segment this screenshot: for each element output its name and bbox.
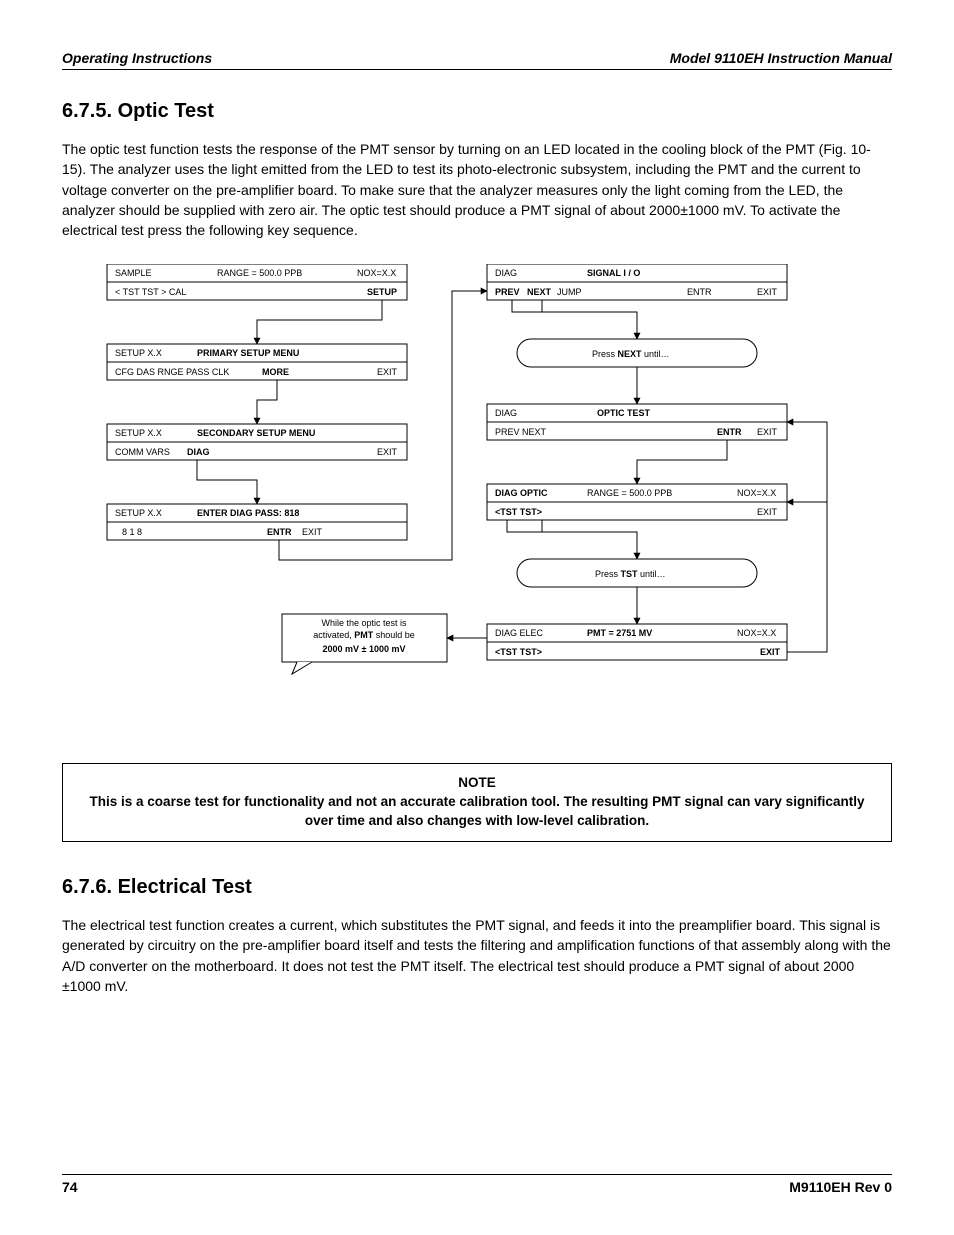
svg-text:EXIT: EXIT	[757, 507, 778, 517]
footer-revision: M9110EH Rev 0	[789, 1179, 892, 1195]
header-left: Operating Instructions	[62, 50, 212, 66]
svg-text:NEXT: NEXT	[527, 287, 552, 297]
svg-text:DIAG: DIAG	[495, 268, 517, 278]
svg-text:PMT = 2751 MV: PMT = 2751 MV	[587, 628, 652, 638]
svg-text:ENTR: ENTR	[717, 427, 742, 437]
svg-text:SETUP X.X: SETUP X.X	[115, 428, 162, 438]
box-secondary-setup: SETUP X.X SECONDARY SETUP MENU COMM VARS…	[107, 424, 407, 460]
svg-text:PREV: PREV	[495, 287, 520, 297]
svg-text:SIGNAL I / O: SIGNAL I / O	[587, 268, 640, 278]
svg-text:EXIT: EXIT	[302, 527, 323, 537]
svg-text:EXIT: EXIT	[377, 447, 398, 457]
svg-text:EXIT: EXIT	[760, 647, 781, 657]
page-header: Operating Instructions Model 9110EH Inst…	[62, 50, 892, 70]
svg-text:SETUP X.X: SETUP X.X	[115, 508, 162, 518]
svg-text:activated, PMT should be: activated, PMT should be	[313, 630, 415, 640]
footer-page-number: 74	[62, 1179, 78, 1195]
box-diag-pass: SETUP X.X ENTER DIAG PASS: 818 8 1 8 ENT…	[107, 504, 407, 540]
note-body: This is a coarse test for functionality …	[77, 793, 877, 831]
svg-text:8 1 8: 8 1 8	[122, 527, 142, 537]
svg-text:<TST TST>: <TST TST>	[495, 507, 542, 517]
svg-text:SAMPLE: SAMPLE	[115, 268, 152, 278]
svg-text:NOX=X.X: NOX=X.X	[737, 628, 776, 638]
svg-text:ENTR: ENTR	[687, 287, 712, 297]
svg-text:EXIT: EXIT	[757, 427, 778, 437]
svg-text:SETUP: SETUP	[367, 287, 397, 297]
bubble-press-next: Press NEXT until…	[517, 339, 757, 367]
svg-text:While the optic test is: While the optic test is	[321, 618, 407, 628]
svg-text:CFG DAS RNGE PASS CLK: CFG DAS RNGE PASS CLK	[115, 367, 229, 377]
svg-text:DIAG ELEC: DIAG ELEC	[495, 628, 544, 638]
svg-text:EXIT: EXIT	[377, 367, 398, 377]
box-diag-elec: DIAG ELEC PMT = 2751 MV NOX=X.X <TST TST…	[487, 624, 787, 660]
svg-text:SETUP X.X: SETUP X.X	[115, 348, 162, 358]
header-right: Model 9110EH Instruction Manual	[670, 50, 892, 66]
box-signal-io: DIAG SIGNAL I / O PREV NEXT JUMP ENTR EX…	[487, 264, 787, 300]
svg-text:OPTIC TEST: OPTIC TEST	[597, 408, 651, 418]
bubble-press-tst: Press TST until…	[517, 559, 757, 587]
svg-text:DIAG OPTIC: DIAG OPTIC	[495, 488, 548, 498]
svg-text:RANGE = 500.0 PPB: RANGE = 500.0 PPB	[587, 488, 672, 498]
svg-text:Press TST until…: Press TST until…	[595, 569, 666, 579]
svg-text:< TST TST > CAL: < TST TST > CAL	[115, 287, 186, 297]
svg-text:ENTR: ENTR	[267, 527, 292, 537]
box-sample: SAMPLE RANGE = 500.0 PPB NOX=X.X < TST T…	[107, 264, 407, 300]
svg-text:2000 mV ± 1000 mV: 2000 mV ± 1000 mV	[323, 644, 406, 654]
note-title: NOTE	[77, 774, 877, 793]
box-primary-setup: SETUP X.X PRIMARY SETUP MENU CFG DAS RNG…	[107, 344, 407, 380]
svg-text:Press NEXT until…: Press NEXT until…	[592, 349, 670, 359]
section-optic-test-paragraph: The optic test function tests the respon…	[62, 139, 892, 240]
box-diag-optic: DIAG OPTIC RANGE = 500.0 PPB NOX=X.X <TS…	[487, 484, 787, 520]
svg-text:NOX=X.X: NOX=X.X	[357, 268, 396, 278]
svg-text:EXIT: EXIT	[757, 287, 778, 297]
svg-text:RANGE = 500.0 PPB: RANGE = 500.0 PPB	[217, 268, 302, 278]
callout-pmt-range: While the optic test is activated, PMT s…	[282, 614, 447, 674]
note-box: NOTE This is a coarse test for functiona…	[62, 763, 892, 842]
svg-text:PREV NEXT: PREV NEXT	[495, 427, 547, 437]
svg-text:JUMP: JUMP	[557, 287, 582, 297]
svg-text:COMM VARS: COMM VARS	[115, 447, 170, 457]
section-electrical-test-title: 6.7.6. Electrical Test	[62, 876, 892, 899]
svg-text:NOX=X.X: NOX=X.X	[737, 488, 776, 498]
section-electrical-test-paragraph: The electrical test function creates a c…	[62, 915, 892, 996]
box-optic-test: DIAG OPTIC TEST PREV NEXT ENTR EXIT	[487, 404, 787, 440]
svg-text:DIAG: DIAG	[495, 408, 517, 418]
optic-test-flowchart: SAMPLE RANGE = 500.0 PPB NOX=X.X < TST T…	[62, 264, 892, 734]
page-footer: 74 M9110EH Rev 0	[62, 1174, 892, 1195]
svg-text:PRIMARY SETUP MENU: PRIMARY SETUP MENU	[197, 348, 299, 358]
svg-text:ENTER DIAG PASS: 818: ENTER DIAG PASS: 818	[197, 508, 299, 518]
svg-text:SECONDARY SETUP MENU: SECONDARY SETUP MENU	[197, 428, 315, 438]
svg-text:MORE: MORE	[262, 367, 289, 377]
section-optic-test-title: 6.7.5. Optic Test	[62, 100, 892, 123]
svg-text:<TST TST>: <TST TST>	[495, 647, 542, 657]
svg-text:DIAG: DIAG	[187, 447, 210, 457]
